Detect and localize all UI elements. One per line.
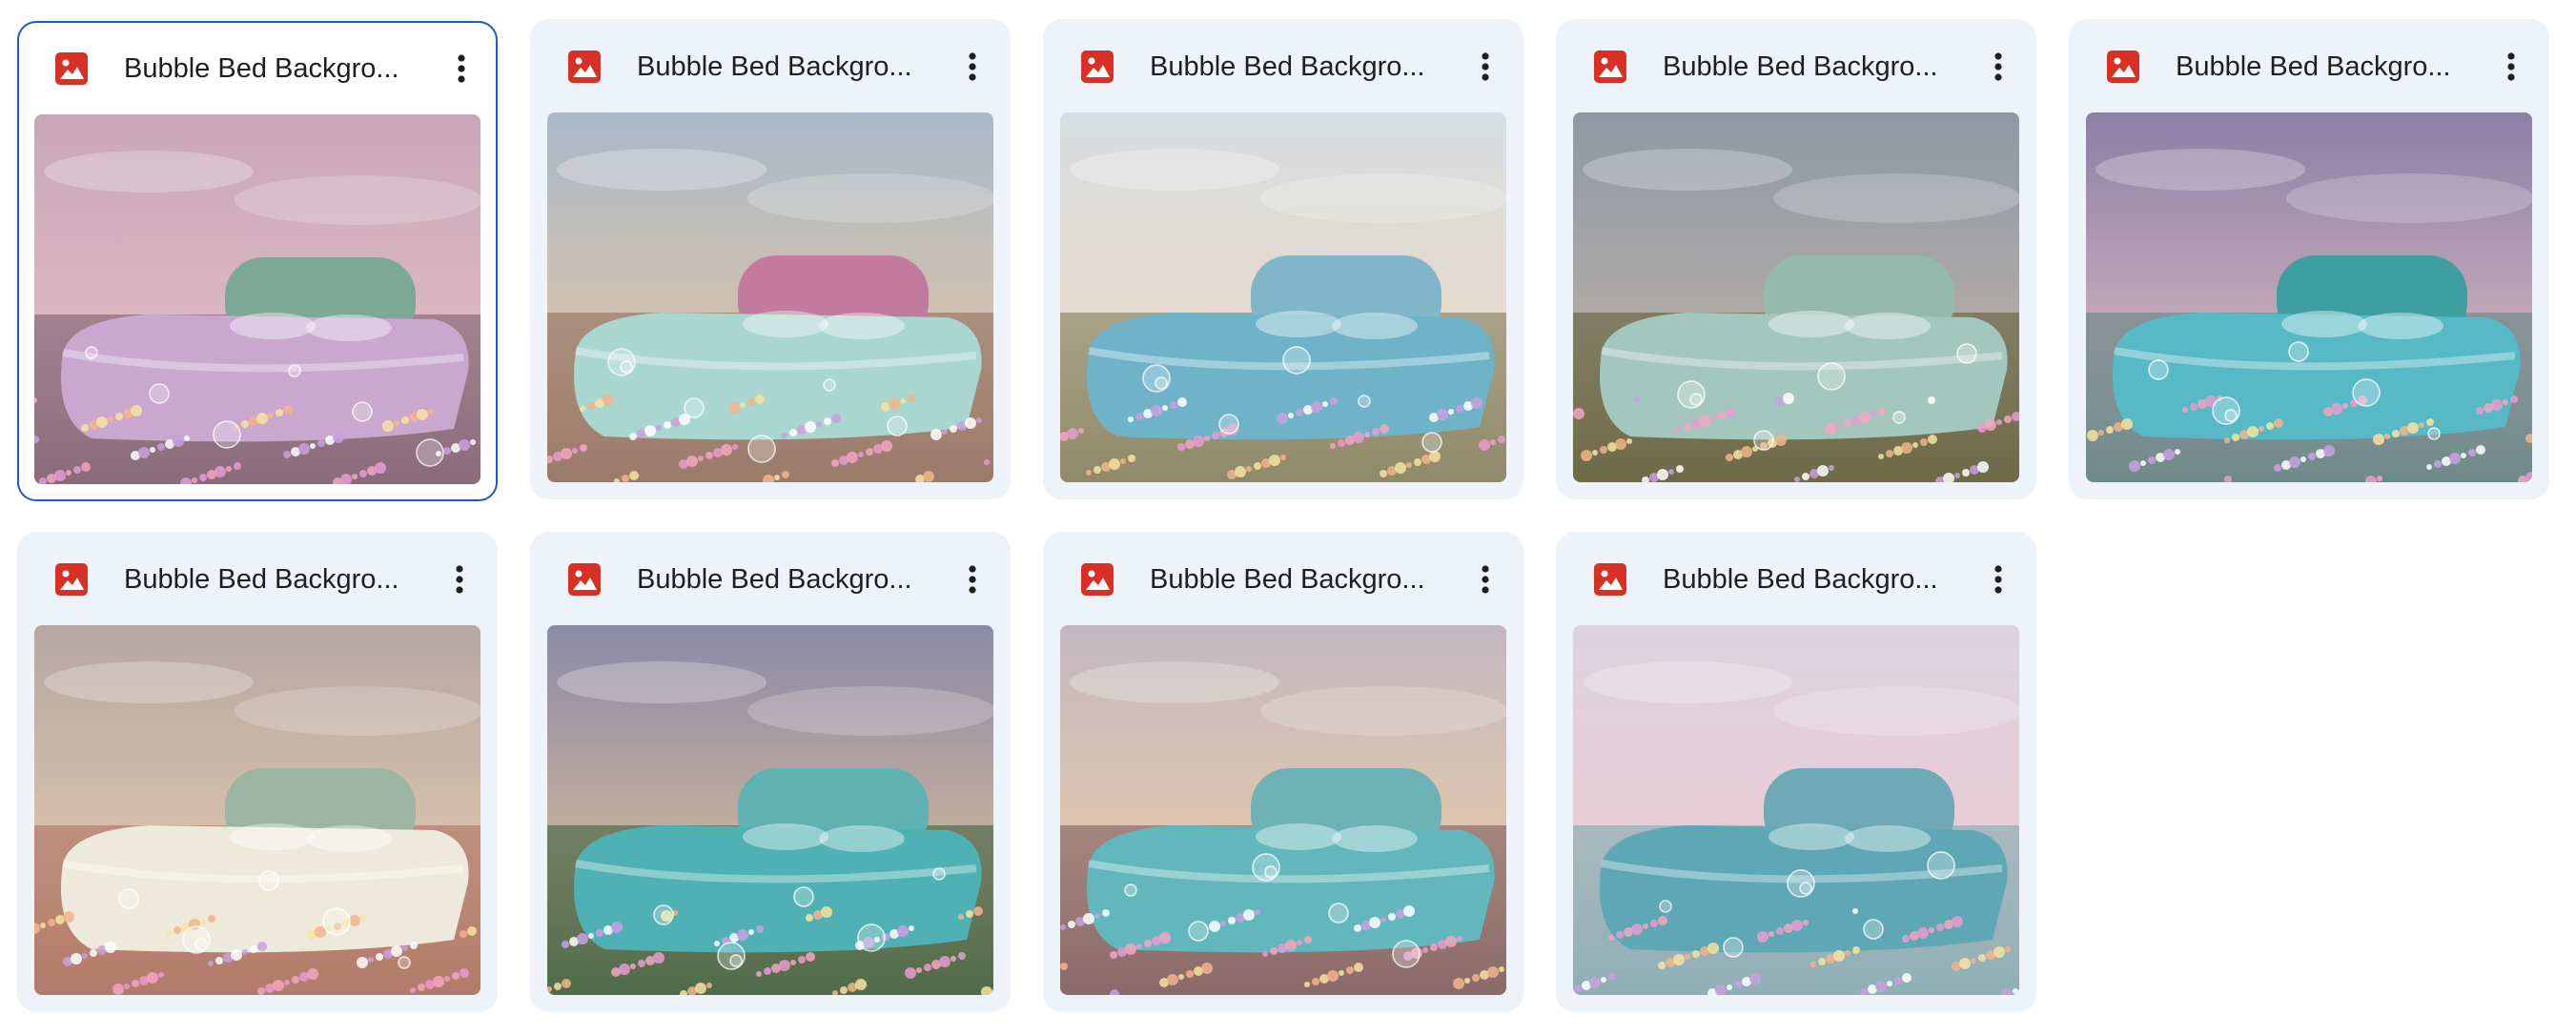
file-card[interactable]: Bubble Bed Backgro... (2069, 19, 2549, 499)
file-card-header: Bubble Bed Backgro... (1043, 19, 1523, 114)
thumbnail-image (1573, 112, 2019, 482)
file-card[interactable]: Bubble Bed Backgro... (1556, 532, 2036, 1012)
file-card-header: Bubble Bed Backgro... (1556, 532, 2036, 627)
file-card[interactable]: Bubble Bed Backgro... (530, 532, 1011, 1012)
file-title: Bubble Bed Backgro... (1663, 564, 1938, 595)
file-card-header: Bubble Bed Backgro... (530, 19, 1011, 114)
image-icon (1081, 563, 1114, 596)
file-card[interactable]: Bubble Bed Backgro... (530, 19, 1011, 499)
more-options-button[interactable] (439, 46, 484, 91)
more-vert-icon (2507, 52, 2515, 81)
more-options-button[interactable] (1462, 44, 1508, 90)
more-vert-icon (456, 565, 463, 594)
file-thumbnail[interactable] (1573, 625, 2019, 995)
thumbnail-image (34, 625, 480, 995)
more-vert-icon (1994, 565, 2002, 594)
more-vert-icon (458, 54, 465, 83)
image-icon (1081, 51, 1114, 83)
file-thumbnail[interactable] (34, 114, 480, 484)
file-thumbnail[interactable] (1060, 112, 1506, 482)
file-title: Bubble Bed Backgro... (637, 564, 912, 595)
image-icon (2107, 51, 2139, 83)
more-vert-icon (969, 52, 976, 81)
file-title: Bubble Bed Backgro... (124, 564, 399, 595)
thumbnail-image (34, 114, 480, 484)
file-thumbnail[interactable] (1573, 112, 2019, 482)
thumbnail-image (1060, 112, 1506, 482)
image-icon (55, 52, 88, 85)
more-options-button[interactable] (437, 557, 482, 602)
more-vert-icon (1482, 52, 1489, 81)
image-icon (568, 563, 601, 596)
file-card[interactable]: Bubble Bed Backgro... (17, 532, 498, 1012)
more-vert-icon (1482, 565, 1489, 594)
file-card[interactable]: Bubble Bed Backgro... (17, 21, 498, 501)
file-thumbnail[interactable] (1060, 625, 1506, 995)
more-options-button[interactable] (1975, 44, 2021, 90)
file-thumbnail[interactable] (547, 625, 993, 995)
thumbnail-image (547, 625, 993, 995)
file-grid: Bubble Bed Backgro... Bubble Bed Backgro… (0, 0, 2576, 1035)
file-title: Bubble Bed Backgro... (1150, 51, 1425, 82)
more-vert-icon (969, 565, 976, 594)
thumbnail-image (547, 112, 993, 482)
more-options-button[interactable] (2488, 44, 2534, 90)
file-title: Bubble Bed Backgro... (1150, 564, 1425, 595)
file-card-header: Bubble Bed Backgro... (17, 21, 498, 116)
image-icon (1594, 51, 1626, 83)
file-title: Bubble Bed Backgro... (2176, 51, 2451, 82)
file-card-header: Bubble Bed Backgro... (17, 532, 498, 627)
file-title: Bubble Bed Backgro... (637, 51, 912, 82)
file-thumbnail[interactable] (547, 112, 993, 482)
file-card[interactable]: Bubble Bed Backgro... (1043, 19, 1523, 499)
file-thumbnail[interactable] (2086, 112, 2532, 482)
more-options-button[interactable] (1975, 557, 2021, 602)
file-card-header: Bubble Bed Backgro... (530, 532, 1011, 627)
image-icon (568, 51, 601, 83)
more-options-button[interactable] (1462, 557, 1508, 602)
thumbnail-image (1060, 625, 1506, 995)
file-thumbnail[interactable] (34, 625, 480, 995)
thumbnail-image (2086, 112, 2532, 482)
file-title: Bubble Bed Backgro... (1663, 51, 1938, 82)
more-options-button[interactable] (950, 44, 995, 90)
more-vert-icon (1994, 52, 2002, 81)
image-icon (1594, 563, 1626, 596)
more-options-button[interactable] (950, 557, 995, 602)
file-card[interactable]: Bubble Bed Backgro... (1043, 532, 1523, 1012)
file-card[interactable]: Bubble Bed Backgro... (1556, 19, 2036, 499)
thumbnail-image (1573, 625, 2019, 995)
file-card-header: Bubble Bed Backgro... (1043, 532, 1523, 627)
file-card-header: Bubble Bed Backgro... (1556, 19, 2036, 114)
file-title: Bubble Bed Backgro... (124, 53, 399, 84)
file-card-header: Bubble Bed Backgro... (2069, 19, 2549, 114)
image-icon (55, 563, 88, 596)
